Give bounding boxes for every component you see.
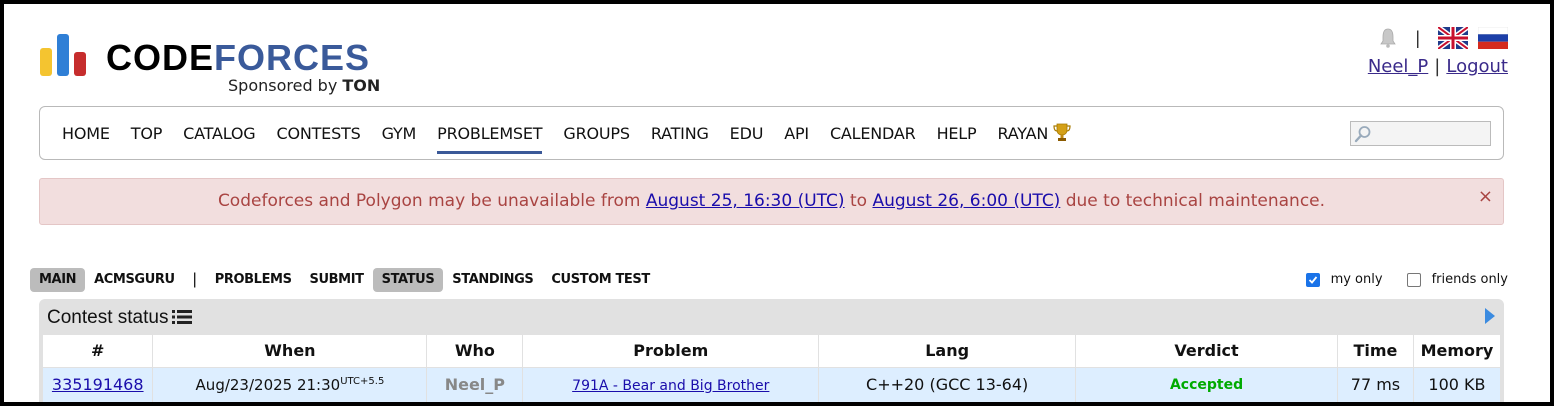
col-problem: Problem bbox=[522, 335, 820, 368]
submission-id-link[interactable]: 335191468 bbox=[52, 375, 144, 394]
flag-ru-icon[interactable] bbox=[1478, 27, 1508, 49]
nav-edu[interactable]: EDU bbox=[730, 107, 764, 161]
list-icon[interactable] bbox=[172, 309, 193, 325]
tab-main[interactable]: MAIN bbox=[30, 268, 86, 292]
status-panel: Contest status # When Who Problem Lang V… bbox=[39, 299, 1504, 402]
verdict[interactable]: Accepted bbox=[1075, 367, 1338, 402]
friends-only-checkbox[interactable] bbox=[1406, 272, 1421, 287]
col-memory: Memory bbox=[1413, 335, 1502, 368]
problem-link[interactable]: 791A - Bear and Big Brother bbox=[572, 378, 769, 394]
nav-groups[interactable]: GROUPS bbox=[563, 107, 630, 161]
nav-help[interactable]: HELP bbox=[937, 107, 977, 161]
user-handle-link[interactable]: Neel_P bbox=[1368, 56, 1428, 77]
search-icon bbox=[1354, 126, 1371, 143]
col-id: # bbox=[43, 335, 154, 368]
second-level-menu: MAIN ACMSGURU | PROBLEMS SUBMIT STATUS S… bbox=[30, 268, 659, 292]
nav-gym[interactable]: GYM bbox=[382, 107, 417, 161]
language: C++20 (GCC 13-64) bbox=[818, 367, 1077, 402]
submitter-handle[interactable]: Neel_P bbox=[426, 367, 524, 402]
alert-start-time-link[interactable]: August 25, 16:30 (UTC) bbox=[646, 191, 845, 211]
logo-text: CODEFORCES bbox=[106, 37, 371, 78]
nav-home[interactable]: HOME bbox=[62, 107, 110, 161]
memory-used: 100 KB bbox=[1413, 367, 1502, 402]
trophy-icon bbox=[1053, 123, 1071, 141]
header-separator: | bbox=[1415, 27, 1420, 48]
search-input[interactable] bbox=[1350, 121, 1491, 146]
table-row: 335191468 Aug/23/2025 21:30UTC+5.5 Neel_… bbox=[43, 367, 1502, 402]
close-icon[interactable]: × bbox=[1478, 179, 1493, 215]
exec-time: 77 ms bbox=[1337, 367, 1414, 402]
sponsor-text: Sponsored by TON bbox=[228, 76, 381, 95]
nav-top[interactable]: TOP bbox=[131, 107, 163, 161]
my-only-checkbox[interactable] bbox=[1305, 272, 1320, 287]
nav-rating[interactable]: RATING bbox=[651, 107, 709, 161]
play-arrow-icon[interactable] bbox=[1484, 307, 1496, 325]
nav-problemset[interactable]: PROBLEMSET bbox=[437, 107, 543, 161]
submission-time: Aug/23/2025 21:30UTC+5.5 bbox=[152, 367, 428, 402]
nav-catalog[interactable]: CATALOG bbox=[183, 107, 255, 161]
col-when: When bbox=[152, 335, 428, 368]
status-table: # When Who Problem Lang Verdict Time Mem… bbox=[43, 335, 1502, 402]
menu-separator: | bbox=[192, 271, 197, 288]
panel-title: Contest status bbox=[47, 301, 193, 335]
main-menu: HOME TOP CATALOG CONTESTS GYM PROBLEMSET… bbox=[39, 106, 1504, 160]
my-only-label[interactable]: my only bbox=[1331, 272, 1383, 287]
status-filters: my only friends only bbox=[1305, 272, 1508, 287]
tab-custom-test[interactable]: CUSTOM TEST bbox=[542, 268, 658, 292]
checkmark-icon bbox=[1308, 275, 1317, 284]
col-lang: Lang bbox=[818, 335, 1077, 368]
tab-problems[interactable]: PROBLEMS bbox=[206, 268, 301, 292]
nav-contests[interactable]: CONTESTS bbox=[276, 107, 360, 161]
logout-link[interactable]: Logout bbox=[1446, 56, 1508, 77]
maintenance-alert: Codeforces and Polygon may be unavailabl… bbox=[39, 178, 1504, 225]
alert-end-time-link[interactable]: August 26, 6:00 (UTC) bbox=[872, 191, 1060, 211]
bell-icon[interactable] bbox=[1379, 28, 1397, 48]
tab-standings[interactable]: STANDINGS bbox=[443, 268, 542, 292]
flag-uk-icon[interactable] bbox=[1438, 27, 1468, 49]
friends-only-label[interactable]: friends only bbox=[1432, 272, 1508, 287]
col-time: Time bbox=[1337, 335, 1414, 368]
nav-api[interactable]: API bbox=[784, 107, 809, 161]
col-who: Who bbox=[426, 335, 524, 368]
header-user-area: | Neel_P | Logout bbox=[1367, 27, 1508, 77]
page: CODEFORCES Sponsored by TON | Neel_P | L… bbox=[4, 4, 1550, 402]
logo-bars-icon bbox=[40, 34, 96, 76]
col-verdict: Verdict bbox=[1075, 335, 1338, 368]
nav-calendar[interactable]: CALENDAR bbox=[830, 107, 916, 161]
tab-acmsguru[interactable]: ACMSGURU bbox=[85, 268, 184, 292]
tab-status[interactable]: STATUS bbox=[372, 268, 444, 292]
nav-rayan[interactable]: RAYAN bbox=[997, 107, 1072, 161]
tab-submit[interactable]: SUBMIT bbox=[301, 268, 373, 292]
